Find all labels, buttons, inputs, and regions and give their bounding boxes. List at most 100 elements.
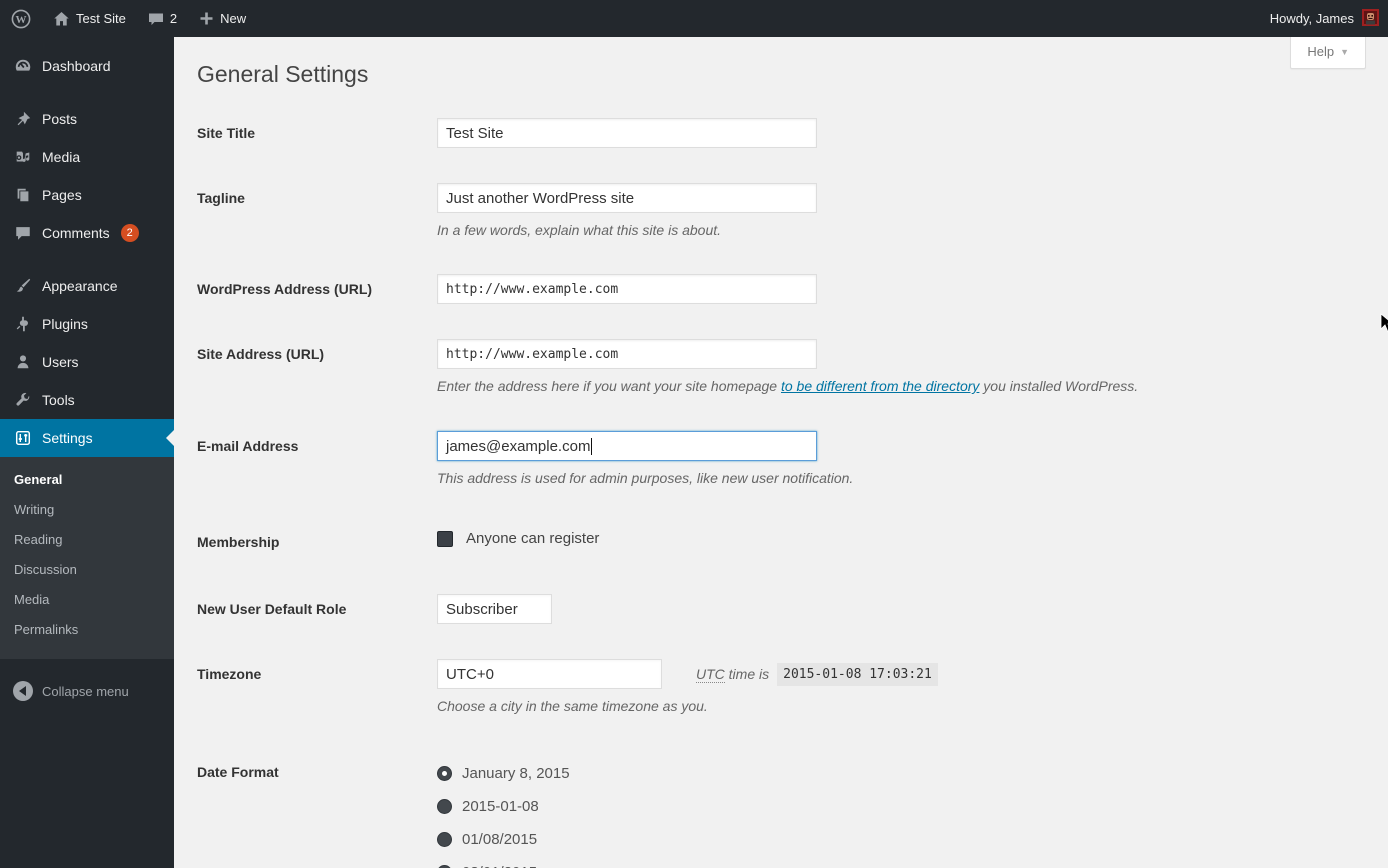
- timezone-value: UTC+0: [446, 666, 494, 683]
- default-role-label: New User Default Role: [197, 594, 437, 624]
- site-address-label: Site Address (URL): [197, 339, 437, 395]
- help-label: Help: [1307, 44, 1334, 59]
- brush-icon: [13, 276, 33, 296]
- email-field[interactable]: james@example.com: [437, 431, 817, 461]
- radio-button[interactable]: [437, 766, 452, 781]
- wordpress-address-row: WordPress Address (URL): [197, 274, 1388, 304]
- sidebar-item-settings[interactable]: Settings: [0, 419, 174, 457]
- default-role-row: New User Default Role Subscriber: [197, 594, 1388, 624]
- site-address-row: Site Address (URL) Enter the address her…: [197, 339, 1388, 395]
- sidebar-label: Plugins: [42, 315, 88, 333]
- media-icon: [13, 147, 33, 167]
- submenu-item-discussion[interactable]: Discussion: [0, 555, 174, 585]
- tagline-help-text: In a few words, explain what this site i…: [437, 221, 1388, 239]
- admin-bar-site-link[interactable]: Test Site: [42, 0, 137, 37]
- site-address-input[interactable]: [437, 339, 817, 369]
- sidebar-label: Users: [42, 353, 79, 371]
- utc-time-value: 2015-01-08 17:03:21: [777, 663, 938, 686]
- timezone-label: Timezone: [197, 659, 437, 715]
- svg-text:W: W: [16, 14, 27, 26]
- mouse-cursor: [1380, 313, 1388, 336]
- sidebar-item-comments[interactable]: Comments 2: [0, 214, 174, 252]
- anyone-can-register-label[interactable]: Anyone can register: [466, 530, 599, 547]
- sidebar-item-media[interactable]: Media: [0, 138, 174, 176]
- sidebar-item-pages[interactable]: Pages: [0, 176, 174, 214]
- settings-submenu: General Writing Reading Discussion Media…: [0, 457, 174, 659]
- comments-badge: 2: [121, 224, 139, 242]
- anyone-can-register-checkbox[interactable]: [437, 531, 453, 547]
- site-title-label: Site Title: [197, 118, 437, 148]
- wordpress-address-input[interactable]: [437, 274, 817, 304]
- sidebar-item-appearance[interactable]: Appearance: [0, 267, 174, 305]
- default-role-select[interactable]: Subscriber: [437, 594, 552, 624]
- email-help-text: This address is used for admin purposes,…: [437, 469, 1388, 487]
- home-icon: [53, 11, 70, 27]
- sidebar-label: Pages: [42, 186, 82, 204]
- sidebar-item-posts[interactable]: Posts: [0, 100, 174, 138]
- wordpress-address-label: WordPress Address (URL): [197, 274, 437, 304]
- email-address-label: E-mail Address: [197, 431, 437, 487]
- page-title: General Settings: [197, 60, 1388, 89]
- user-icon: [13, 352, 33, 372]
- dashboard-icon: [13, 56, 33, 76]
- membership-label: Membership: [197, 527, 437, 552]
- radio-button[interactable]: [437, 832, 452, 847]
- submenu-item-permalinks[interactable]: Permalinks: [0, 615, 174, 645]
- sidebar-label: Settings: [42, 429, 93, 447]
- date-format-row: Date Format January 8, 2015 2015-01-08 0…: [197, 757, 1388, 868]
- utc-time-text: UTC time is: [696, 666, 769, 682]
- site-title-row: Site Title: [197, 118, 1388, 148]
- timezone-help-text: Choose a city in the same timezone as yo…: [437, 697, 1388, 715]
- comment-bubble-icon: [148, 11, 164, 27]
- sidebar-item-dashboard[interactable]: Dashboard: [0, 47, 174, 85]
- sidebar-label: Media: [42, 148, 80, 166]
- sidebar-item-users[interactable]: Users: [0, 343, 174, 381]
- sidebar-label: Posts: [42, 110, 77, 128]
- active-menu-arrow: [158, 430, 174, 446]
- date-format-option[interactable]: 01/08/2015: [437, 823, 1388, 856]
- email-address-row: E-mail Address james@example.com This ad…: [197, 431, 1388, 487]
- site-title-input[interactable]: [437, 118, 817, 148]
- timezone-select[interactable]: UTC+0: [437, 659, 662, 689]
- collapse-menu-button[interactable]: Collapse menu: [0, 671, 174, 711]
- date-format-option[interactable]: 2015-01-08: [437, 790, 1388, 823]
- sidebar-separator: [0, 85, 174, 100]
- admin-bar: W Test Site 2 New Howdy, James: [0, 0, 1388, 37]
- date-format-option[interactable]: 08/01/2015: [437, 856, 1388, 868]
- wrench-icon: [13, 390, 33, 410]
- tagline-input[interactable]: [437, 183, 817, 213]
- admin-bar-new-label: New: [220, 11, 246, 26]
- sidebar-separator: [0, 252, 174, 267]
- avatar: [1362, 9, 1379, 29]
- sidebar-label: Appearance: [42, 277, 118, 295]
- plug-icon: [13, 314, 33, 334]
- sidebar-label: Tools: [42, 391, 75, 409]
- howdy-text: Howdy, James: [1270, 11, 1354, 26]
- tagline-row: Tagline In a few words, explain what thi…: [197, 183, 1388, 239]
- admin-bar-comments[interactable]: 2: [137, 0, 188, 37]
- wordpress-logo-menu[interactable]: W: [0, 0, 42, 37]
- pages-icon: [13, 185, 33, 205]
- site-address-help-text: Enter the address here if you want your …: [437, 377, 1388, 395]
- radio-button[interactable]: [437, 799, 452, 814]
- date-format-label: Date Format: [197, 757, 437, 868]
- sidebar-item-tools[interactable]: Tools: [0, 381, 174, 419]
- comments-icon: [13, 223, 33, 243]
- admin-bar-site-name: Test Site: [76, 11, 126, 26]
- admin-bar-account-menu[interactable]: Howdy, James: [1261, 9, 1388, 29]
- submenu-item-media[interactable]: Media: [0, 585, 174, 615]
- date-format-option[interactable]: January 8, 2015: [437, 757, 1388, 790]
- submenu-item-general[interactable]: General: [0, 465, 174, 495]
- submenu-item-writing[interactable]: Writing: [0, 495, 174, 525]
- collapse-arrow-icon: [13, 681, 33, 701]
- submenu-item-reading[interactable]: Reading: [0, 525, 174, 555]
- sidebar-label: Dashboard: [42, 57, 111, 75]
- different-directory-link[interactable]: to be different from the directory: [781, 378, 979, 394]
- tagline-label: Tagline: [197, 183, 437, 239]
- help-tab[interactable]: Help ▼: [1290, 37, 1366, 69]
- sidebar-item-plugins[interactable]: Plugins: [0, 305, 174, 343]
- chevron-down-icon: ▼: [1340, 47, 1349, 57]
- admin-bar-new-menu[interactable]: New: [188, 0, 257, 37]
- sidebar-label: Comments: [42, 224, 110, 242]
- default-role-value: Subscriber: [446, 601, 518, 618]
